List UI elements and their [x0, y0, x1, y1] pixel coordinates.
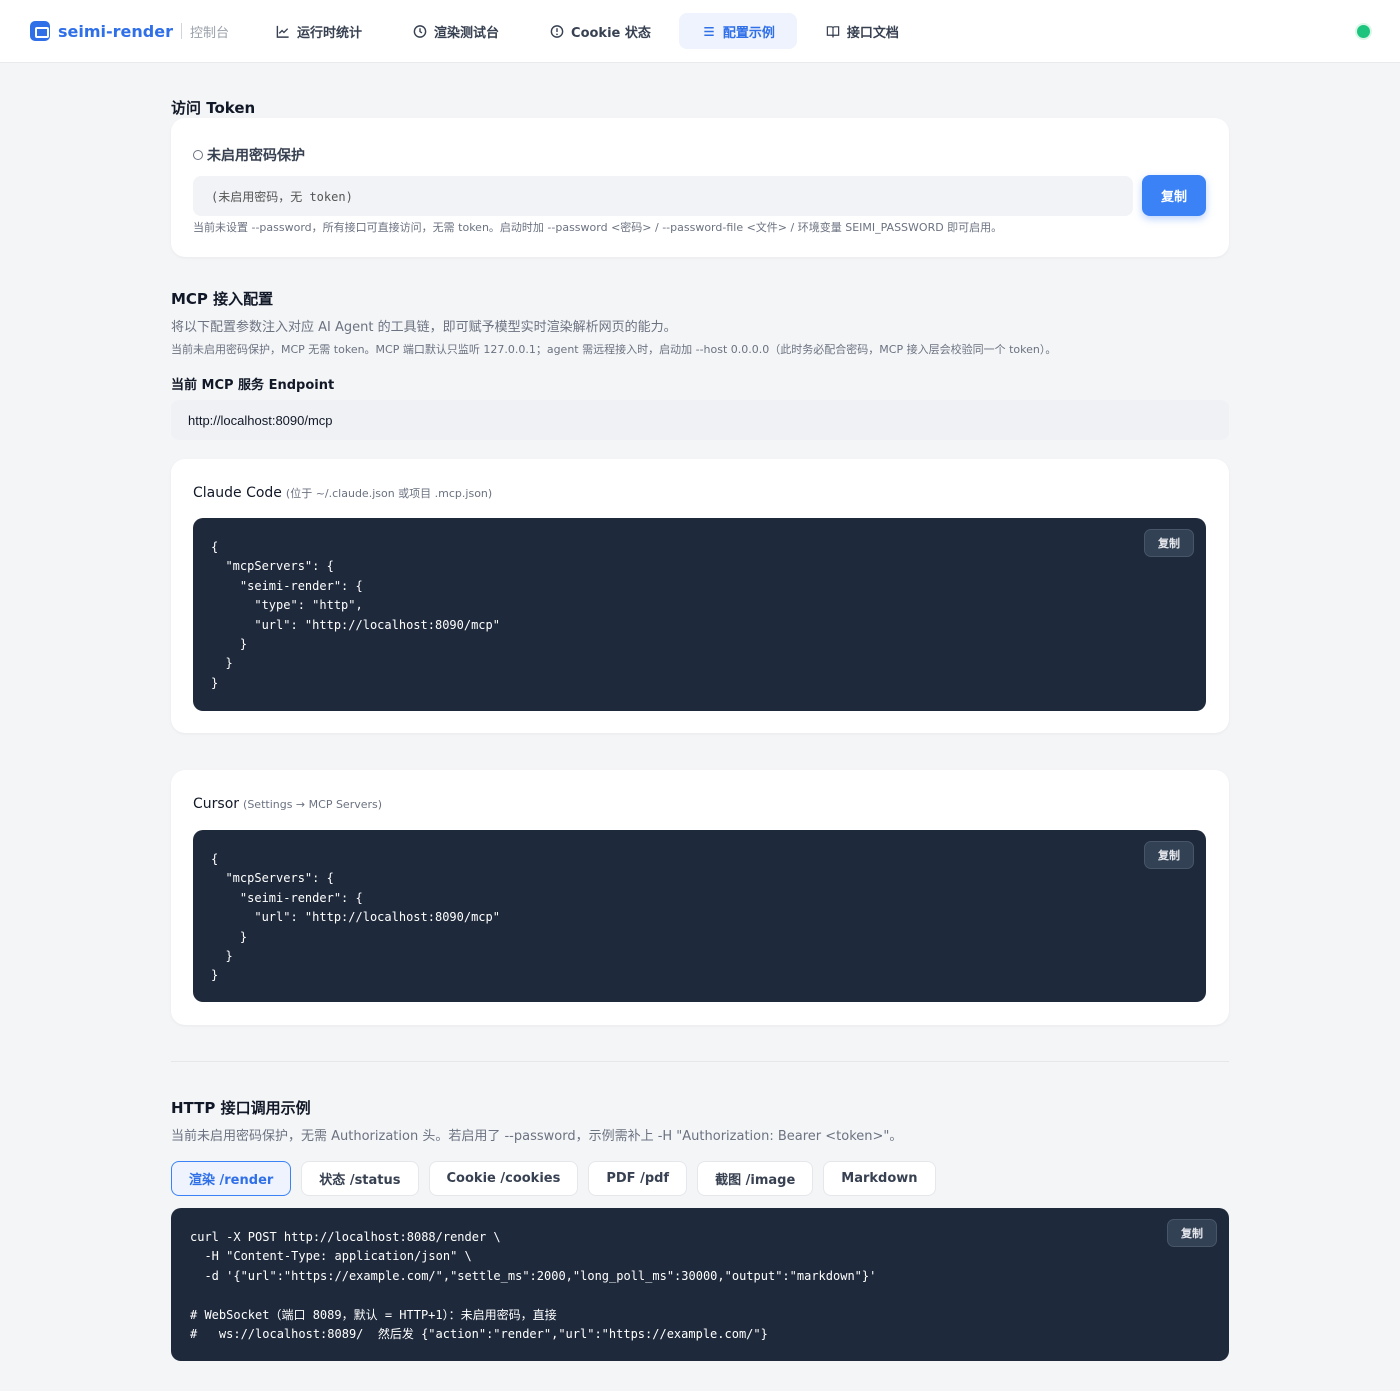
tab-cookies[interactable]: Cookie /cookies: [428, 1161, 579, 1196]
mcp-note: 当前未启用密码保护，MCP 无需 token。MCP 端口默认只监听 127.0…: [171, 343, 1057, 356]
copy-code-button[interactable]: 复制: [1144, 841, 1194, 869]
http-description: 当前未启用密码保护，无需 Authorization 头。若启用了 --pass…: [171, 1129, 903, 1144]
code-content: { "mcpServers": { "seimi-render": { "url…: [211, 852, 500, 983]
config-title: Cursor (Settings → MCP Servers): [193, 796, 382, 812]
endpoint-field[interactable]: http://localhost:8090/mcp: [171, 400, 1229, 440]
config-card-cursor: Cursor (Settings → MCP Servers) { "mcpSer…: [171, 770, 1229, 1025]
token-value: (未启用密码，无 token): [211, 189, 353, 204]
nav-tab-cookie-status[interactable]: Cookie 状态: [527, 13, 673, 49]
code-content: curl -X POST http://localhost:8088/rende…: [190, 1230, 877, 1342]
code-block[interactable]: { "mcpServers": { "seimi-render": { "url…: [193, 830, 1206, 1002]
tab-markdown[interactable]: Markdown: [823, 1161, 936, 1196]
token-field[interactable]: (未启用密码，无 token): [193, 176, 1133, 216]
token-hint: 当前未设置 --password，所有接口可直接访问，无需 token。启动时加…: [193, 221, 1003, 234]
tab-render[interactable]: 渲染 /render: [171, 1161, 292, 1196]
tab-image[interactable]: 截图 /image: [697, 1161, 814, 1196]
copy-code-button[interactable]: 复制: [1167, 1219, 1217, 1247]
nav-tab-label: 配置示例: [722, 25, 775, 41]
nav-tab-label: Cookie 状态: [571, 25, 651, 41]
nav-tab-label: 渲染测试台: [434, 25, 500, 41]
line-chart-icon: [276, 25, 289, 38]
nav-tab-api-docs[interactable]: 接口文档: [803, 13, 921, 49]
nav-tab-label: 接口文档: [846, 25, 899, 41]
endpoint-label: 当前 MCP 服务 Endpoint: [171, 378, 335, 393]
brand-name: seimi-render: [58, 21, 173, 41]
info-icon: [550, 24, 564, 38]
brand[interactable]: seimi-render 控制台: [30, 21, 229, 41]
brand-divider: [180, 23, 182, 39]
app-logo-icon: [30, 21, 50, 41]
copy-code-button[interactable]: 复制: [1144, 529, 1194, 557]
http-code-block[interactable]: curl -X POST http://localhost:8088/rende…: [171, 1208, 1229, 1361]
code-block[interactable]: { "mcpServers": { "seimi-render": { "typ…: [193, 518, 1206, 711]
token-card: 未启用密码保护 (未启用密码，无 token) 复制 当前未设置 --passw…: [171, 118, 1229, 257]
circle-outline-icon: [193, 150, 203, 160]
nav-tab-stats[interactable]: 运行时统计: [253, 13, 384, 49]
mcp-description: 将以下配置参数注入对应 AI Agent 的工具链，即可赋予模型实时渲染解析网页…: [171, 320, 677, 335]
copy-token-button[interactable]: 复制: [1142, 175, 1206, 216]
token-status-label: 未启用密码保护: [207, 148, 305, 164]
clock-icon: [413, 24, 427, 38]
main-nav: 运行时统计 渲染测试台 Cookie 状态 配置示例 接口文档: [253, 13, 921, 49]
config-name: Cursor: [193, 796, 240, 812]
config-location: (Settings → MCP Servers): [243, 798, 383, 811]
nav-tab-config-examples[interactable]: 配置示例: [678, 13, 797, 49]
tab-pdf[interactable]: PDF /pdf: [588, 1161, 688, 1196]
nav-tab-label: 运行时统计: [297, 25, 363, 41]
brand-subtitle: 控制台: [189, 25, 229, 41]
http-section-title: HTTP 接口调用示例: [171, 1099, 311, 1117]
config-card-claude-code: Claude Code (位于 ~/.claude.json 或项目 .mcp.j…: [171, 459, 1229, 733]
tab-status[interactable]: 状态 /status: [301, 1161, 419, 1196]
token-status: 未启用密码保护: [193, 145, 305, 165]
book-icon: [826, 25, 840, 38]
top-nav-bar: seimi-render 控制台 运行时统计 渲染测试台 Cookie 状态 配…: [0, 0, 1400, 63]
config-location: (位于 ~/.claude.json 或项目 .mcp.json): [285, 487, 493, 500]
endpoint-value: http://localhost:8090/mcp: [188, 412, 333, 428]
section-divider: [171, 1061, 1229, 1062]
mcp-section-title: MCP 接入配置: [171, 290, 274, 308]
config-title: Claude Code (位于 ~/.claude.json 或项目 .mcp.j…: [193, 485, 492, 501]
token-section-title: 访问 Token: [171, 99, 256, 117]
config-name: Claude Code: [193, 485, 282, 501]
code-content: { "mcpServers": { "seimi-render": { "typ…: [211, 540, 500, 690]
http-example-tabs: 渲染 /render 状态 /status Cookie /cookies PD…: [171, 1161, 936, 1196]
nav-tab-render-test[interactable]: 渲染测试台: [390, 13, 521, 49]
menu-icon: [704, 26, 714, 36]
connection-status-dot: [1357, 25, 1370, 38]
